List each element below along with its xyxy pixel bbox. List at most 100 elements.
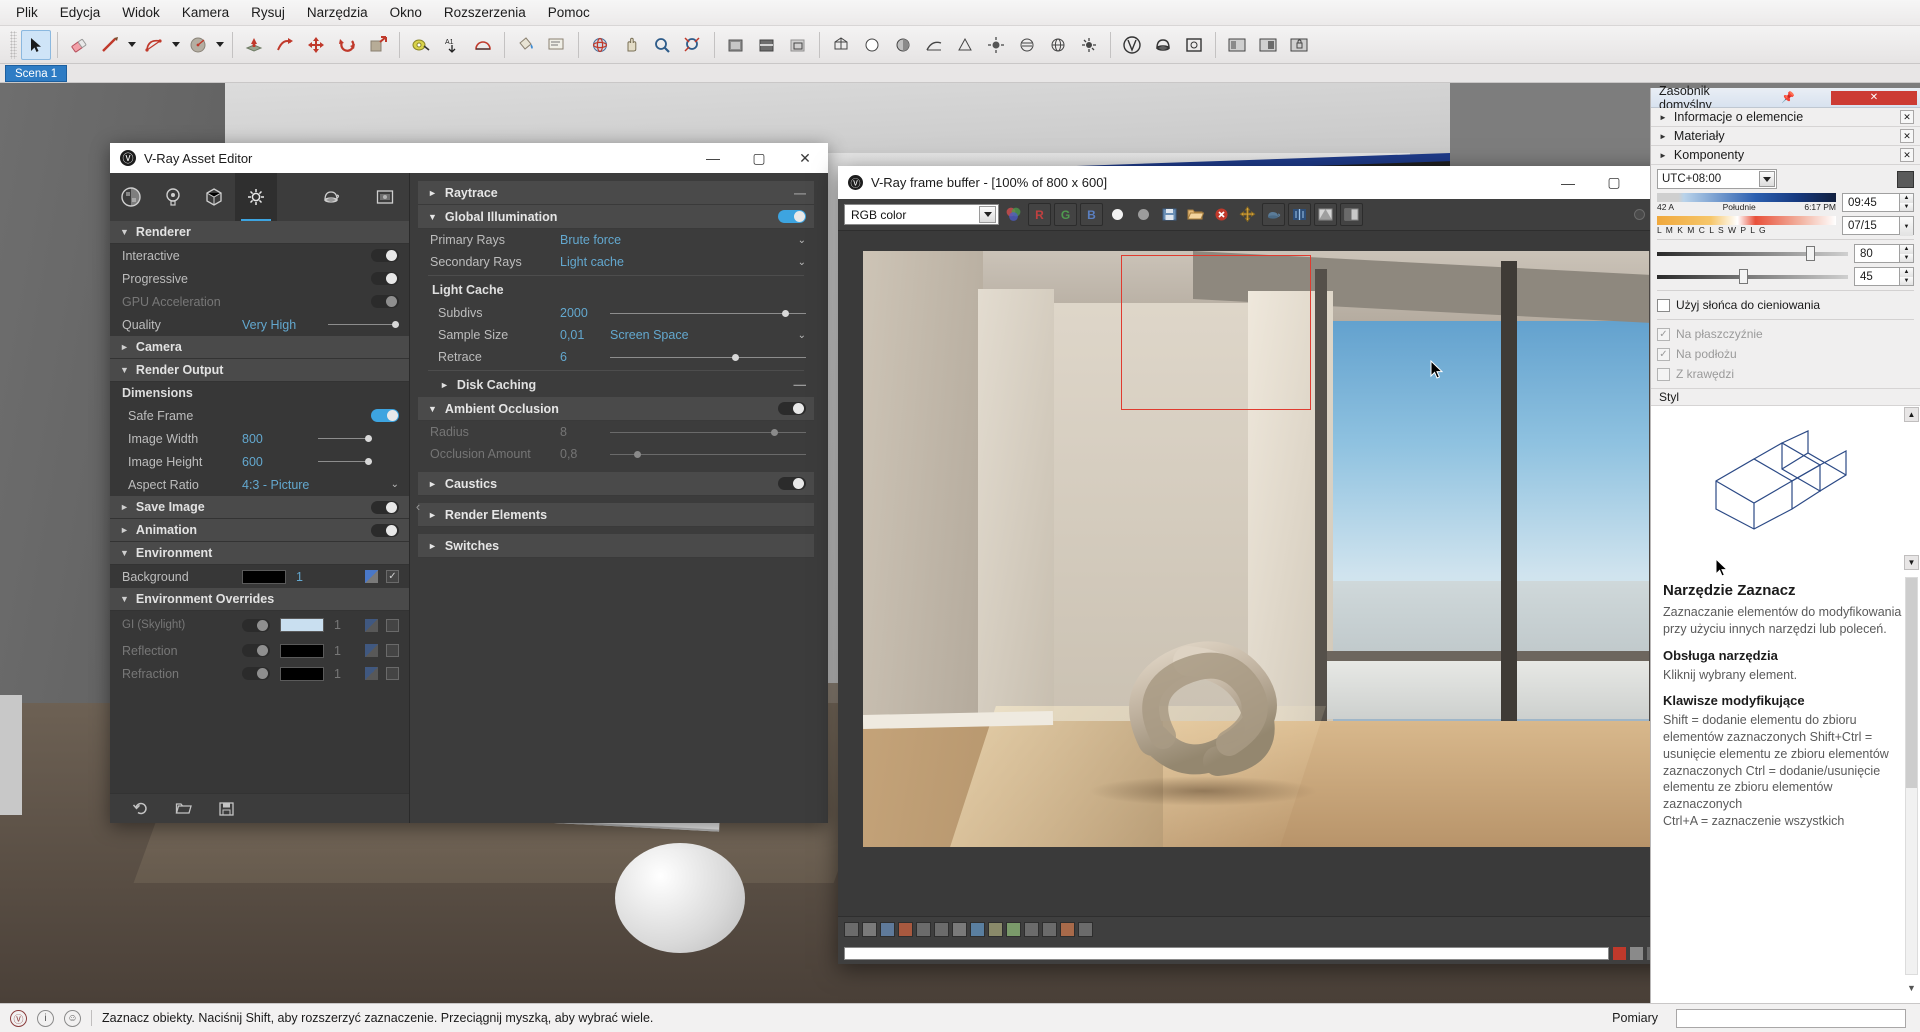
menu-rozszerzenia[interactable]: Rozszerzenia — [434, 2, 536, 23]
tray-close-button[interactable]: ✕ — [1831, 90, 1917, 105]
sample-size-mode[interactable]: Screen Space — [610, 328, 798, 342]
vray-frame-buffer-window[interactable]: Ⓥ V-Ray frame buffer - [100% of 800 x 60… — [838, 166, 1683, 964]
vray-asset-editor-button[interactable] — [1222, 30, 1252, 60]
fb-tool-icon-6[interactable] — [934, 922, 949, 937]
eraser-tool-button[interactable] — [64, 30, 94, 60]
fb-tool-icon-7[interactable] — [952, 922, 967, 937]
row-reflection[interactable]: Reflection 1 — [110, 639, 409, 662]
vray-interactive-button[interactable] — [1148, 30, 1178, 60]
date-dropdown[interactable]: ▼ — [1900, 216, 1914, 236]
red-channel-button[interactable]: R — [1028, 203, 1051, 226]
image-height-value[interactable]: 600 — [242, 455, 318, 469]
background-color-swatch[interactable] — [242, 569, 286, 584]
asset-editor-close-button[interactable]: ✕ — [782, 143, 828, 173]
frame-buffer-titlebar[interactable]: Ⓥ V-Ray frame buffer - [100% of 800 x 60… — [838, 166, 1683, 199]
teapot-icon[interactable] — [1262, 203, 1285, 226]
compare-icon[interactable] — [1288, 203, 1311, 226]
frame-buffer-maximize-button[interactable]: ▢ — [1591, 166, 1637, 199]
refraction-color-swatch[interactable] — [280, 666, 324, 681]
asset-editor-minimize-button[interactable]: — — [690, 143, 736, 173]
zoom-extents-tool-button[interactable] — [678, 30, 708, 60]
reflection-toggle[interactable] — [242, 644, 270, 657]
tray-titlebar[interactable]: Zasobnik domyślny 📌 ✕ — [1651, 84, 1920, 112]
tab-frame-buffer[interactable] — [361, 186, 409, 208]
account-icon[interactable]: ☺ — [64, 1009, 81, 1027]
dark-value[interactable]: 45 — [1854, 267, 1900, 286]
asset-editor-settings-list[interactable]: ▼ Renderer Interactive Progressive GPU A… — [110, 221, 409, 793]
section-plane-tool-button[interactable] — [721, 30, 751, 60]
image-width-slider[interactable] — [318, 432, 372, 445]
tray-section-components[interactable]: ► Komponenty ✕ — [1651, 146, 1920, 165]
instructor-scrollbar[interactable] — [1905, 577, 1918, 975]
menu-edycja[interactable]: Edycja — [50, 2, 111, 23]
row-progressive[interactable]: Progressive — [110, 267, 409, 290]
style-wireframe-button[interactable] — [826, 30, 856, 60]
paint-bucket-tool-button[interactable] — [511, 30, 541, 60]
gi-skylight-texture-button[interactable] — [365, 618, 378, 632]
light-slider[interactable] — [1657, 246, 1848, 261]
vray-asset-editor-window[interactable]: Ⓥ V-Ray Asset Editor — ▢ ✕ ▼ Renderer In… — [110, 143, 828, 823]
followme-tool-button[interactable] — [270, 30, 300, 60]
section-display-tool-button[interactable] — [752, 30, 782, 60]
vray-render-button[interactable] — [1117, 30, 1147, 60]
row-retrace[interactable]: Retrace 6 — [418, 346, 814, 368]
fb-tool-icon-9[interactable] — [988, 922, 1003, 937]
section-global-illumination[interactable]: ▼ Global Illumination — [418, 205, 814, 229]
secondary-rays-value[interactable]: Light cache — [560, 255, 730, 269]
fb-tool-icon-3[interactable] — [880, 922, 895, 937]
global-settings-scroll[interactable]: ► Raytrace — ▼ Global Illumination Prima… — [410, 173, 828, 823]
save-image-toggle[interactable] — [371, 500, 399, 514]
geo-location-tool-button[interactable] — [1043, 30, 1073, 60]
rotate-tool-button[interactable] — [332, 30, 362, 60]
background-enable-checkbox[interactable] — [386, 570, 399, 583]
row-quality[interactable]: Quality Very High — [110, 313, 409, 336]
pan-tool-button[interactable] — [616, 30, 646, 60]
progress-stop-icon[interactable] — [1613, 946, 1626, 960]
arc-tool-button[interactable] — [139, 30, 169, 60]
gi-skylight-enable-checkbox[interactable] — [386, 618, 399, 632]
time-value[interactable]: 09:45 — [1842, 193, 1900, 212]
style-shaded-button[interactable] — [888, 30, 918, 60]
section-camera[interactable]: ► Camera — [110, 336, 409, 359]
line-tool-dropdown[interactable] — [126, 30, 138, 60]
instructor-scrollbar-thumb[interactable] — [1906, 578, 1917, 788]
toolbar-grip[interactable] — [10, 30, 17, 59]
style-preview-thumbnail[interactable]: ▲ ▼ — [1651, 406, 1920, 571]
ambient-occlusion-toggle[interactable] — [778, 402, 806, 415]
chevron-down-icon[interactable]: ⌄ — [798, 235, 806, 246]
vray-batch-render-button[interactable] — [1253, 30, 1283, 60]
background-multiplier[interactable]: 1 — [296, 570, 365, 584]
fb-tool-icon-5[interactable] — [916, 922, 931, 937]
use-sun-checkbox[interactable] — [1657, 298, 1670, 312]
styles-section-label[interactable]: Styl — [1651, 388, 1920, 406]
subdivs-value[interactable]: 2000 — [560, 306, 610, 320]
shapes-tool-dropdown[interactable] — [214, 30, 226, 60]
shapes-tool-button[interactable] — [183, 30, 213, 60]
row-primary-rays[interactable]: Primary Rays Brute force ⌄ — [418, 229, 814, 251]
fb-tool-icon-10[interactable] — [1006, 922, 1021, 937]
chevron-down-icon[interactable]: ⌄ — [798, 257, 806, 268]
quality-value[interactable]: Very High — [242, 318, 328, 332]
protractor-tool-button[interactable] — [468, 30, 498, 60]
primary-rays-value[interactable]: Brute force — [560, 233, 730, 247]
xray-tool-button[interactable] — [783, 30, 813, 60]
section-environment-overrides[interactable]: ▼ Environment Overrides — [110, 588, 409, 611]
fb-tool-icon-11[interactable] — [1024, 922, 1039, 937]
reflection-texture-button[interactable] — [365, 644, 378, 657]
chevron-down-icon[interactable]: ⌄ — [391, 479, 399, 490]
fb-tool-icon-1[interactable] — [844, 922, 859, 937]
image-height-slider[interactable] — [318, 455, 372, 468]
aspect-ratio-value[interactable]: 4:3 - Picture — [242, 478, 391, 492]
background-texture-button[interactable] — [365, 570, 378, 583]
gi-skylight-multiplier[interactable]: 1 — [334, 618, 365, 632]
row-refraction[interactable]: Refraction 1 — [110, 662, 409, 685]
histogram-icon[interactable] — [1314, 203, 1337, 226]
tab-geometry[interactable] — [194, 173, 236, 221]
date-value[interactable]: 07/15 — [1842, 216, 1900, 235]
instructor-panel[interactable]: Narzędzie Zaznacz Zaznaczanie elementów … — [1651, 571, 1920, 1003]
interactive-toggle[interactable] — [371, 249, 399, 262]
dark-input-group[interactable]: 45 ▲ ▼ — [1854, 267, 1914, 286]
reflection-multiplier[interactable]: 1 — [334, 644, 365, 658]
asset-editor-maximize-button[interactable]: ▢ — [736, 143, 782, 173]
section-caustics[interactable]: ► Caustics — [418, 472, 814, 496]
